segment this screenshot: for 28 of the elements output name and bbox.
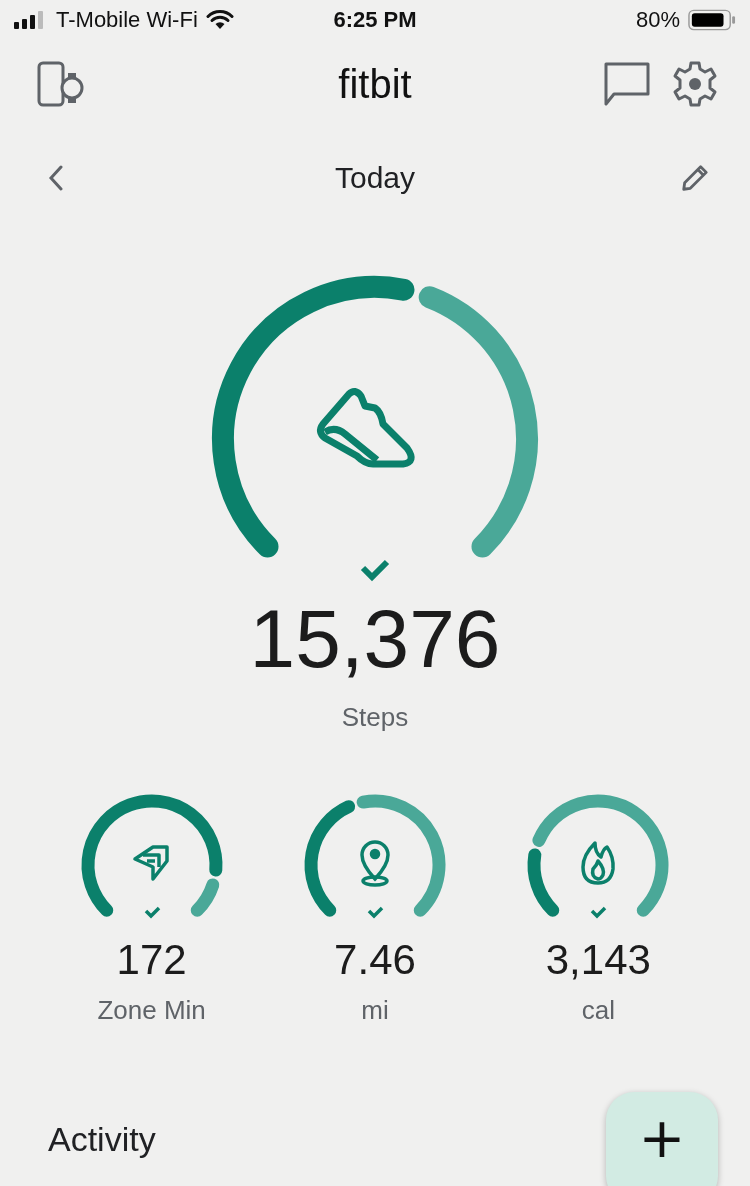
shoe-icon (316, 387, 415, 468)
section-title: Activity (48, 1120, 156, 1159)
steps-count: 15,376 (249, 598, 501, 680)
steps-label: Steps (341, 702, 409, 733)
ring-track (190, 878, 219, 917)
battery-icon (688, 9, 736, 31)
carrier-name: T-Mobile Wi-Fi (56, 7, 198, 33)
arrows-icon (132, 845, 169, 881)
goal-label: cal (581, 995, 615, 1027)
goal-value: 3,143 (545, 937, 651, 984)
phone-watch-icon[interactable] (36, 61, 84, 107)
progress-ring (527, 848, 560, 917)
location-pin-icon (360, 840, 390, 887)
chat-icon[interactable] (604, 62, 650, 106)
clock-time: 6:25 PM (333, 7, 417, 33)
goal-label: Zone Min (97, 995, 206, 1027)
goal-label: mi (361, 995, 389, 1027)
goal-value: 7.46 (334, 937, 416, 984)
edit-icon[interactable] (680, 163, 710, 193)
date-title: Today (334, 161, 416, 195)
battery-percent: 80% (635, 7, 680, 33)
flame-icon (581, 841, 616, 885)
wifi-icon (205, 10, 234, 30)
app-logo: fitbit (338, 61, 412, 107)
settings-icon[interactable] (672, 61, 718, 107)
add-button[interactable]: + (606, 1092, 718, 1186)
back-chevron-icon[interactable] (48, 165, 64, 191)
goal-value: 172 (116, 937, 187, 984)
